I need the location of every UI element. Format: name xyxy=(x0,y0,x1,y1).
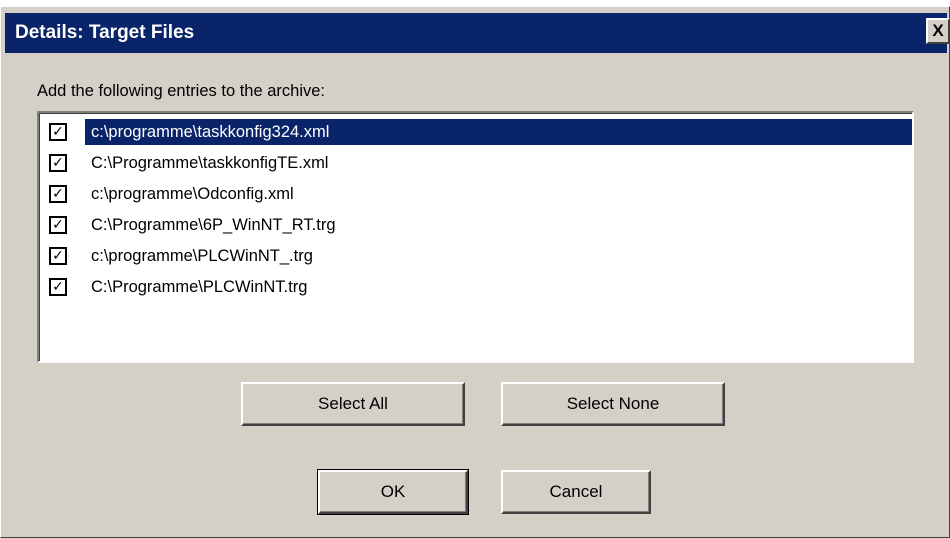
select-all-button[interactable]: Select All xyxy=(241,382,465,426)
checkbox[interactable]: ✓ xyxy=(49,185,67,203)
details-dialog: Details: Target Files X Add the followin… xyxy=(0,6,950,538)
entries-listbox[interactable]: ✓ c:\programme\taskkonfig324.xml ✓ C:\Pr… xyxy=(37,111,914,363)
entry-path: C:\Programme\taskkonfigTE.xml xyxy=(91,154,329,172)
entry-path: C:\Programme\6P_WinNT_RT.trg xyxy=(91,216,336,234)
entry-path: C:\Programme\PLCWinNT.trg xyxy=(91,278,308,296)
list-item[interactable]: ✓ C:\Programme\PLCWinNT.trg xyxy=(45,274,912,300)
checkbox[interactable]: ✓ xyxy=(49,278,67,296)
entry-path: c:\programme\Odconfig.xml xyxy=(91,185,294,203)
entry-path: c:\programme\PLCWinNT_.trg xyxy=(91,247,313,265)
checkbox[interactable]: ✓ xyxy=(49,247,67,265)
list-item[interactable]: ✓ c:\programme\Odconfig.xml xyxy=(45,181,912,207)
close-icon[interactable]: X xyxy=(926,18,950,44)
checkbox[interactable]: ✓ xyxy=(49,123,67,141)
list-item[interactable]: ✓ C:\Programme\6P_WinNT_RT.trg xyxy=(45,212,912,238)
select-none-button[interactable]: Select None xyxy=(501,382,725,426)
checkbox[interactable]: ✓ xyxy=(49,154,67,172)
entry-path: c:\programme\taskkonfig324.xml xyxy=(85,119,912,145)
checkbox[interactable]: ✓ xyxy=(49,216,67,234)
ok-button[interactable]: OK xyxy=(317,469,469,515)
cancel-button[interactable]: Cancel xyxy=(501,470,651,514)
list-item[interactable]: ✓ c:\programme\taskkonfig324.xml xyxy=(45,119,912,145)
dialog-title: Details: Target Files xyxy=(15,22,195,43)
list-item[interactable]: ✓ C:\Programme\taskkonfigTE.xml xyxy=(45,150,912,176)
title-bar[interactable]: Details: Target Files xyxy=(5,13,947,53)
list-item[interactable]: ✓ c:\programme\PLCWinNT_.trg xyxy=(45,243,912,269)
instruction-label: Add the following entries to the archive… xyxy=(37,82,326,100)
